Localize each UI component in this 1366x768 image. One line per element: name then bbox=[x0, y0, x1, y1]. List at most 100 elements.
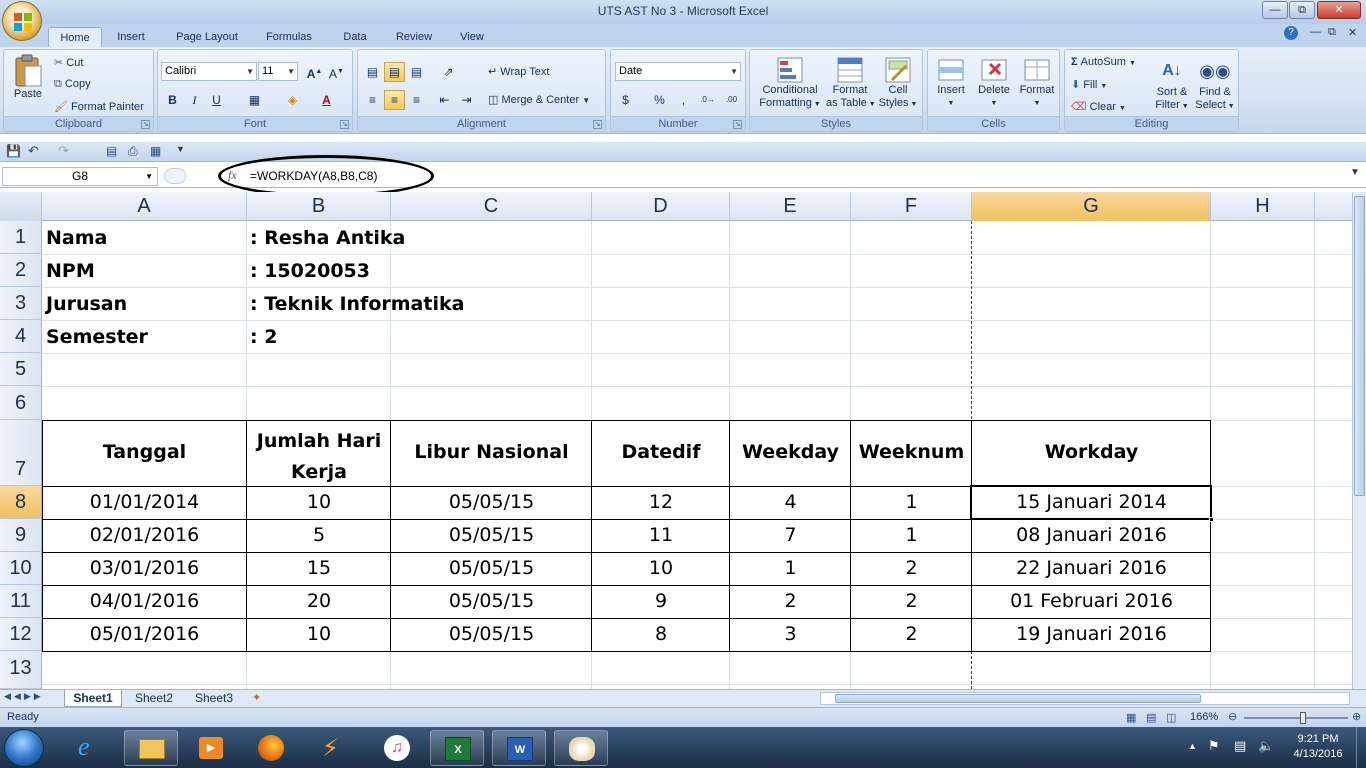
cell-weeknum[interactable]: 1 bbox=[851, 491, 972, 513]
active-cell-g8[interactable] bbox=[970, 485, 1214, 522]
ribbon-restore-icon[interactable]: ⧉ bbox=[1328, 26, 1336, 39]
info-value[interactable]: : 2 bbox=[250, 326, 277, 348]
table-header-datedif[interactable]: Datedif bbox=[592, 441, 730, 463]
help-icon[interactable]: ? bbox=[1284, 26, 1298, 40]
cell-tanggal[interactable]: 01/01/2014 bbox=[42, 491, 247, 513]
fill-button[interactable]: ⬇ Fill ▼ bbox=[1071, 78, 1107, 91]
conditional-formatting-button[interactable]: Conditional Formatting ▼ bbox=[754, 56, 826, 111]
page-layout-view-icon[interactable]: ▤ bbox=[1146, 711, 1156, 724]
currency-icon[interactable]: $ bbox=[615, 90, 636, 110]
info-value[interactable]: : Resha Antika bbox=[250, 227, 405, 249]
sheet-tab-3[interactable]: Sheet3 bbox=[186, 690, 242, 707]
redo-icon[interactable]: ↷ bbox=[58, 143, 69, 159]
table-header-weekday[interactable]: Weekday bbox=[730, 441, 851, 463]
row-header-9[interactable]: 9 bbox=[0, 519, 42, 552]
increase-decimal-icon[interactable]: .0→ bbox=[697, 90, 718, 110]
table-header-jumlah-hari-kerja[interactable]: Jumlah Hari Kerja bbox=[247, 425, 391, 488]
info-label[interactable]: Nama bbox=[46, 227, 107, 249]
cell-weekday[interactable]: 2 bbox=[730, 590, 851, 612]
align-middle-icon[interactable]: ▤ bbox=[384, 62, 405, 82]
cell-weekday[interactable]: 1 bbox=[730, 557, 851, 579]
font-color-icon[interactable]: A bbox=[316, 90, 337, 110]
orientation-icon[interactable]: ⇗ bbox=[438, 62, 459, 82]
find-select-button[interactable]: ◉◉ Find & Select ▼ bbox=[1193, 56, 1237, 113]
tab-data[interactable]: Data bbox=[336, 27, 374, 48]
cell-jumlah-hari-kerja[interactable]: 10 bbox=[247, 491, 391, 513]
cell-weeknum[interactable]: 1 bbox=[851, 524, 972, 546]
paste-button[interactable]: Paste bbox=[8, 54, 48, 114]
align-right-icon[interactable]: ≡ bbox=[406, 90, 427, 110]
row-header-4[interactable]: 4 bbox=[0, 320, 42, 353]
paint-taskbar-icon[interactable] bbox=[554, 730, 608, 766]
align-top-icon[interactable]: ▤ bbox=[362, 62, 383, 82]
table-header-libur-nasional[interactable]: Libur Nasional bbox=[391, 441, 592, 463]
row-header-6[interactable]: 6 bbox=[0, 386, 42, 420]
minimize-button[interactable]: — bbox=[1262, 1, 1288, 19]
fill-handle[interactable] bbox=[1209, 517, 1214, 522]
row-header-11[interactable]: 11 bbox=[0, 585, 42, 618]
increase-indent-icon[interactable]: ⇥ bbox=[456, 90, 477, 110]
align-left-icon[interactable]: ≡ bbox=[362, 90, 383, 110]
page-break-view-icon[interactable]: ◫ bbox=[1166, 711, 1176, 724]
zoom-level[interactable]: 166% bbox=[1190, 711, 1218, 723]
zoom-slider[interactable] bbox=[1244, 712, 1348, 724]
column-header-b[interactable]: B bbox=[247, 192, 391, 221]
show-desktop-button[interactable] bbox=[1356, 727, 1366, 768]
internet-explorer-icon[interactable]: e bbox=[64, 730, 118, 766]
cell-libur-nasional[interactable]: 05/05/15 bbox=[391, 491, 592, 513]
row-header-7[interactable]: 7 bbox=[0, 420, 42, 486]
number-format-select[interactable]: Date ▼ bbox=[615, 62, 741, 81]
decrease-indent-icon[interactable]: ⇤ bbox=[434, 90, 455, 110]
cell-styles-button[interactable]: Cell Styles ▼ bbox=[876, 56, 920, 111]
row-header-1[interactable]: 1 bbox=[0, 221, 42, 254]
clipboard-launcher-icon[interactable]: ↘ bbox=[141, 120, 150, 129]
cell-libur-nasional[interactable]: 05/05/15 bbox=[391, 590, 592, 612]
volume-icon[interactable]: 🔈 bbox=[1258, 738, 1274, 754]
undo-icon[interactable]: ↶ bbox=[28, 143, 39, 159]
cell-jumlah-hari-kerja[interactable]: 15 bbox=[247, 557, 391, 579]
vertical-scrollbar[interactable] bbox=[1352, 192, 1366, 689]
tab-view[interactable]: View bbox=[452, 27, 492, 48]
cell-datedif[interactable]: 10 bbox=[592, 557, 730, 579]
cell-weekday[interactable]: 4 bbox=[730, 491, 851, 513]
format-cells-button[interactable]: Format ▼ bbox=[1016, 56, 1058, 110]
zoom-in-icon[interactable]: ⊕ bbox=[1352, 710, 1361, 723]
horizontal-scroll-thumb[interactable] bbox=[835, 694, 1201, 703]
underline-button[interactable]: U bbox=[206, 90, 227, 110]
cell-libur-nasional[interactable]: 05/05/15 bbox=[391, 623, 592, 645]
cut-button[interactable]: ✂ Cut bbox=[54, 56, 83, 69]
row-header-8[interactable]: 8 bbox=[0, 486, 42, 519]
grow-font-button[interactable]: A▲ bbox=[304, 62, 325, 82]
normal-view-icon[interactable]: ▦ bbox=[1126, 711, 1136, 724]
table-header-workday[interactable]: Workday bbox=[972, 441, 1211, 463]
comma-icon[interactable]: , bbox=[673, 90, 694, 110]
cell-weekday[interactable]: 3 bbox=[730, 623, 851, 645]
shrink-font-button[interactable]: A▼ bbox=[326, 62, 347, 82]
media-player-icon[interactable]: ▶ bbox=[184, 730, 238, 766]
bold-button[interactable]: B bbox=[162, 90, 183, 110]
select-all-button[interactable] bbox=[0, 192, 42, 221]
word-taskbar-icon[interactable]: W bbox=[492, 730, 546, 766]
firefox-icon[interactable] bbox=[244, 730, 298, 766]
font-launcher-icon[interactable]: ↘ bbox=[340, 120, 349, 129]
info-value[interactable]: : 15020053 bbox=[250, 260, 370, 282]
cell-jumlah-hari-kerja[interactable]: 5 bbox=[247, 524, 391, 546]
align-bottom-icon[interactable]: ▤ bbox=[406, 62, 427, 82]
font-size-select[interactable]: 11 ▼ bbox=[258, 62, 298, 81]
info-label[interactable]: NPM bbox=[46, 260, 95, 282]
row-header-10[interactable]: 10 bbox=[0, 552, 42, 585]
tab-home[interactable]: Home bbox=[48, 27, 102, 48]
cell-tanggal[interactable]: 02/01/2016 bbox=[42, 524, 247, 546]
column-header-h[interactable]: H bbox=[1211, 192, 1315, 221]
taskbar-clock[interactable]: 9:21 PM 4/13/2016 bbox=[1284, 732, 1352, 762]
cell-workday[interactable]: 22 Januari 2016 bbox=[972, 557, 1211, 579]
insert-sheet-icon[interactable]: ✦ bbox=[252, 691, 261, 704]
row-header-5[interactable]: 5 bbox=[0, 353, 42, 386]
row-header-12[interactable]: 12 bbox=[0, 618, 42, 651]
network-icon[interactable]: ▤ bbox=[1234, 738, 1246, 754]
winamp-icon[interactable]: ⚡ bbox=[304, 730, 358, 766]
start-button-icon[interactable] bbox=[4, 729, 44, 767]
copy-button[interactable]: ⧉ Copy bbox=[54, 78, 91, 91]
row-header-13[interactable]: 13 bbox=[0, 651, 42, 689]
zoom-out-icon[interactable]: ⊖ bbox=[1228, 710, 1237, 723]
